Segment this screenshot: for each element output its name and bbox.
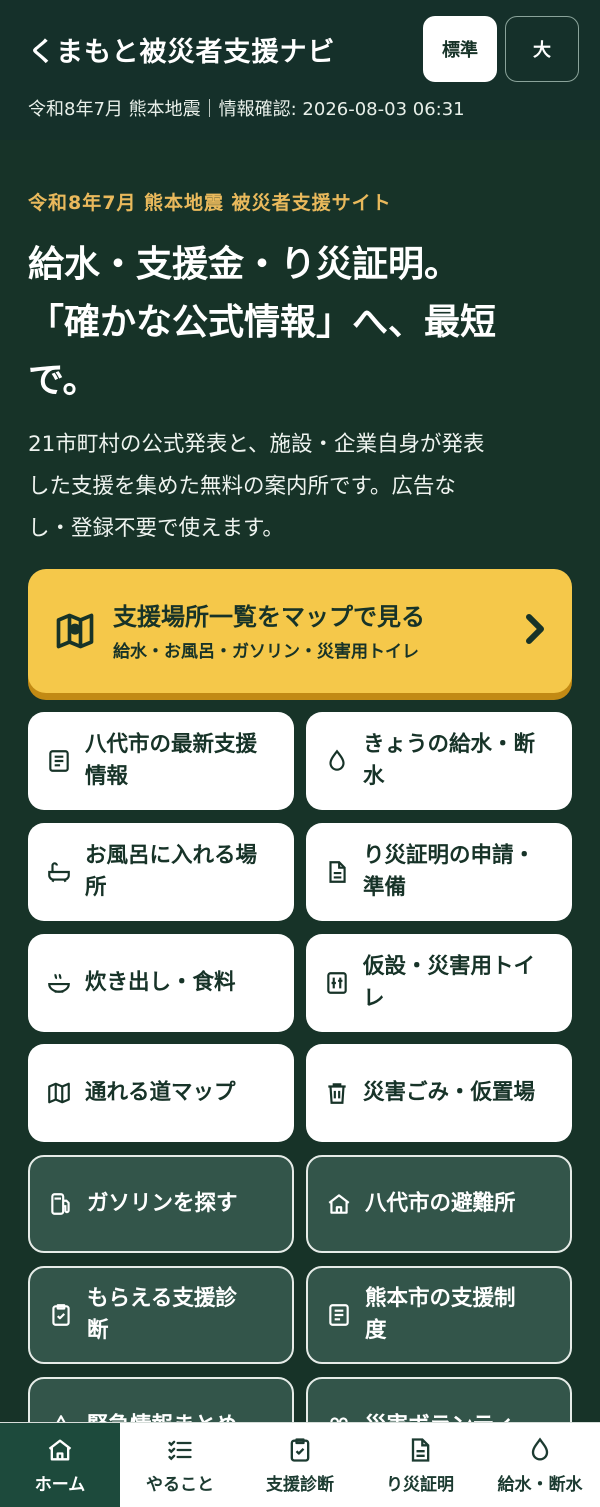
fuel-icon	[51, 1193, 70, 1215]
tile-label: 炊き出し・食料	[85, 970, 236, 995]
hero-title-line: 給水・支援金・り災証明。	[28, 244, 461, 285]
nav-todo[interactable]: やること	[120, 1423, 240, 1507]
tile-label: ガソリンを探す	[87, 1191, 238, 1216]
map-button-subtitle: 給水・お風呂・ガソリン・災害用トイレ	[113, 642, 419, 662]
hero-description: 21市町村の公式発表と、施設・企業自身が発表 した支援を集めた無料の案内所です。…	[28, 424, 573, 550]
nav-label: ホーム	[34, 1474, 86, 1495]
tile-label: きょうの給水・断水	[363, 732, 536, 789]
nav-water[interactable]: 給水・断水	[480, 1423, 600, 1507]
hero-title-line: で。	[28, 360, 99, 401]
tile-toilet[interactable]: 仮設・災害用トイレ	[306, 934, 572, 1032]
hero-desc-line: し・登録不要で使えます。	[28, 516, 284, 541]
tile-food[interactable]: 炊き出し・食料	[28, 934, 294, 1032]
nav-home[interactable]: ホーム	[0, 1423, 120, 1507]
clipboard-check-icon	[52, 1304, 70, 1326]
document-icon	[329, 1304, 349, 1326]
tile-disaster-waste[interactable]: 災害ごみ・仮置場	[306, 1044, 572, 1142]
tile-label: 八代市の避難所	[365, 1191, 516, 1216]
font-size-large-button[interactable]: 大	[505, 16, 579, 82]
checklist-icon	[168, 1440, 192, 1460]
bathtub-icon	[48, 862, 70, 883]
water-drop-icon	[531, 1437, 549, 1460]
tile-label: お風呂に入れる場所	[85, 843, 258, 900]
tile-risai-certificate[interactable]: り災証明の申請・ 準備	[306, 823, 572, 921]
clipboard-check-icon	[290, 1437, 310, 1462]
hero-title-line: 「確かな公式情報」へ、最短	[28, 302, 497, 343]
home-icon	[48, 1439, 72, 1460]
tile-label: 通れる道マップ	[85, 1080, 236, 1105]
bottom-nav: ホーム やること 支援診断 り災証明 給水・断水	[0, 1422, 600, 1507]
tile-label: り災証明の申請・ 準備	[363, 843, 536, 900]
font-size-standard-button[interactable]: 標準	[423, 16, 497, 82]
tile-kumamoto-support[interactable]: 熊本市の支援制度	[306, 1266, 572, 1364]
home-icon	[328, 1194, 350, 1214]
tile-label: 熊本市の支援制度	[365, 1286, 516, 1343]
file-icon	[329, 861, 346, 883]
document-icon	[49, 750, 69, 772]
chevron-right-icon	[526, 614, 544, 644]
hero-desc-line: 21市町村の公式発表と、施設・企業自身が発表	[28, 432, 485, 457]
nav-risai[interactable]: り災証明	[360, 1423, 480, 1507]
map-icon	[48, 1082, 70, 1104]
toilet-icon	[327, 972, 347, 994]
tile-label: もらえる支援診断	[87, 1286, 237, 1343]
nav-diagnosis[interactable]: 支援診断	[240, 1423, 360, 1507]
trash-icon	[328, 1083, 346, 1104]
tile-yatsushiro-shelter[interactable]: 八代市の避難所	[306, 1155, 572, 1253]
tile-bath[interactable]: お風呂に入れる場所	[28, 823, 294, 921]
nav-label: やること	[146, 1474, 214, 1495]
tile-road-map[interactable]: 通れる道マップ	[28, 1044, 294, 1142]
tile-support-diagnosis[interactable]: もらえる支援診断	[28, 1266, 294, 1364]
nav-label: り災証明	[386, 1474, 454, 1495]
app-header: くまもと被災者支援ナビ 標準 大 令和8年7月 熊本地震｜情報確認: 2026-…	[0, 0, 600, 140]
update-status: 令和8年7月 熊本地震｜情報確認: 2026-08-03 06:31	[28, 99, 465, 120]
hero-eyebrow: 令和8年7月 熊本地震 被災者支援サイト	[28, 192, 392, 214]
map-icon	[56, 613, 94, 649]
map-button-title: 支援場所一覧をマップで見る	[113, 603, 425, 631]
tile-label: 仮設・災害用トイレ	[363, 954, 536, 1011]
app-title: くまもと被災者支援ナビ	[28, 37, 336, 68]
tile-water-today[interactable]: きょうの給水・断水	[306, 712, 572, 810]
file-icon	[411, 1437, 430, 1462]
tile-label: 災害ごみ・仮置場	[363, 1080, 536, 1105]
hero-title: 給水・支援金・り災証明。 「確かな公式情報」へ、最短 で。	[28, 236, 573, 410]
food-bowl-icon	[48, 973, 70, 993]
tile-label: 八代市の最新支援 情報	[85, 732, 258, 789]
nav-label: 給水・断水	[497, 1474, 583, 1495]
water-drop-icon	[329, 749, 345, 771]
tile-gasoline[interactable]: ガソリンを探す	[28, 1155, 294, 1253]
nav-label: 支援診断	[266, 1474, 334, 1495]
tile-yatsushiro-latest[interactable]: 八代市の最新支援 情報	[28, 712, 294, 810]
map-list-button[interactable]: 支援場所一覧をマップで見る 給水・お風呂・ガソリン・災害用トイレ	[28, 569, 572, 693]
hero-desc-line: した支援を集めた無料の案内所です。広告な	[28, 474, 456, 499]
